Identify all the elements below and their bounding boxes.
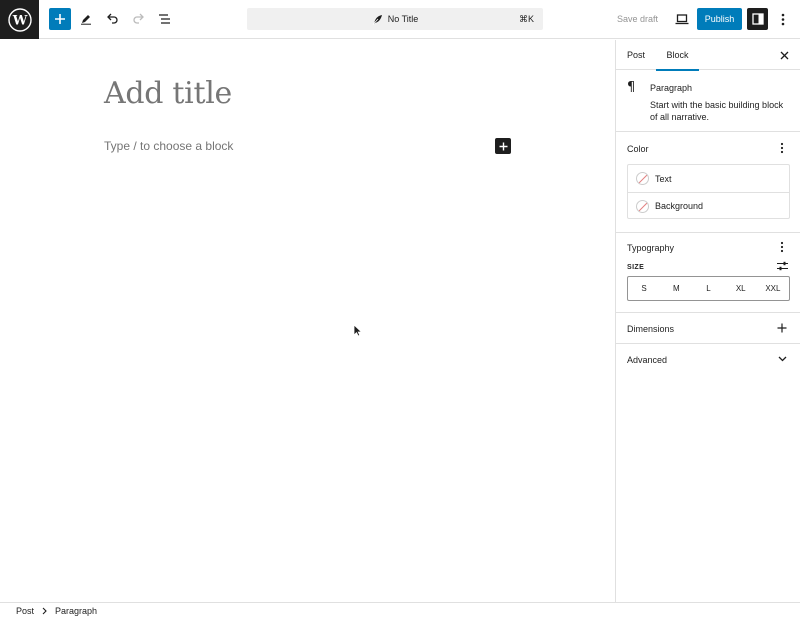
document-title: No Title — [387, 14, 419, 24]
tab-post[interactable]: Post — [616, 40, 656, 70]
block-name: Paragraph — [650, 83, 693, 93]
dimensions-panel[interactable]: Dimensions — [616, 313, 800, 344]
feather-icon — [372, 14, 383, 25]
size-option-xxl[interactable]: XXL — [757, 277, 789, 300]
typography-panel: Typography SIZE S M L XL XXL — [616, 233, 800, 313]
color-item-label: Text — [655, 173, 672, 184]
breadcrumb-item-post[interactable]: Post — [16, 606, 34, 616]
size-option-s[interactable]: S — [628, 277, 660, 300]
breadcrumb: Post Paragraph — [0, 602, 800, 619]
empty-swatch-icon — [636, 199, 649, 213]
size-option-l[interactable]: L — [692, 277, 724, 300]
sidebar-tabs: Post Block — [616, 40, 800, 71]
color-item-background[interactable]: Background — [628, 192, 789, 219]
font-size-picker: S M L XL XXL — [627, 276, 790, 301]
block-inserter-toggle-icon[interactable] — [49, 8, 71, 30]
color-panel-title: Color — [627, 144, 649, 154]
advanced-panel-title: Advanced — [627, 355, 668, 365]
editor-header: W No Title ⌘K Save draft Publish — [0, 0, 800, 39]
breadcrumb-item-paragraph[interactable]: Paragraph — [55, 606, 97, 616]
color-item-label: Background — [655, 201, 704, 211]
pencil-tools-icon[interactable] — [75, 8, 97, 30]
advanced-panel[interactable]: Advanced — [616, 344, 800, 376]
settings-sidebar: Post Block ¶ Paragraph Start with the ba… — [615, 40, 800, 602]
paragraph-icon: ¶ — [627, 80, 636, 95]
tab-block[interactable]: Block — [656, 40, 699, 71]
typography-options-icon[interactable] — [775, 240, 789, 254]
command-shortcut: ⌘K — [518, 13, 534, 24]
dimensions-panel-title: Dimensions — [627, 324, 675, 334]
add-block-icon[interactable] — [495, 138, 511, 154]
undo-icon[interactable] — [101, 8, 123, 30]
plus-icon[interactable] — [775, 321, 789, 335]
wordpress-logo-icon[interactable]: W — [0, 0, 39, 39]
typography-panel-title: Typography — [627, 243, 675, 253]
document-overview-icon[interactable] — [154, 8, 176, 30]
size-option-m[interactable]: M — [660, 277, 692, 300]
empty-swatch-icon — [636, 172, 649, 185]
color-options-icon[interactable] — [775, 141, 789, 155]
svg-text:W: W — [11, 13, 27, 28]
settings-sidebar-icon[interactable] — [747, 8, 768, 30]
color-panel: Color Text Background — [616, 132, 800, 233]
font-size-label: SIZE — [627, 264, 645, 271]
color-item-text[interactable]: Text — [628, 165, 789, 192]
custom-size-settings-icon[interactable] — [775, 259, 789, 273]
chevron-right-icon — [42, 607, 47, 615]
options-menu-icon[interactable] — [772, 8, 794, 30]
publish-button[interactable]: Publish — [697, 8, 742, 30]
close-icon[interactable] — [776, 47, 792, 63]
block-description: Start with the basic building block of a… — [650, 100, 784, 122]
chevron-down-icon[interactable] — [775, 352, 789, 366]
paragraph-block-placeholder[interactable]: Type / to choose a block — [104, 139, 233, 153]
redo-icon[interactable] — [127, 8, 149, 30]
size-option-xl[interactable]: XL — [725, 277, 757, 300]
mouse-pointer-icon — [353, 324, 363, 340]
block-card: ¶ Paragraph Start with the basic buildin… — [616, 70, 800, 132]
command-palette-bar[interactable]: No Title ⌘K — [247, 8, 543, 30]
post-title-field[interactable]: Add title — [104, 76, 232, 111]
save-draft-button[interactable]: Save draft — [609, 10, 666, 28]
editor-canvas[interactable]: Add title Type / to choose a block — [0, 40, 615, 602]
desktop-preview-icon[interactable] — [671, 8, 693, 30]
color-item-group: Text Background — [627, 164, 790, 219]
